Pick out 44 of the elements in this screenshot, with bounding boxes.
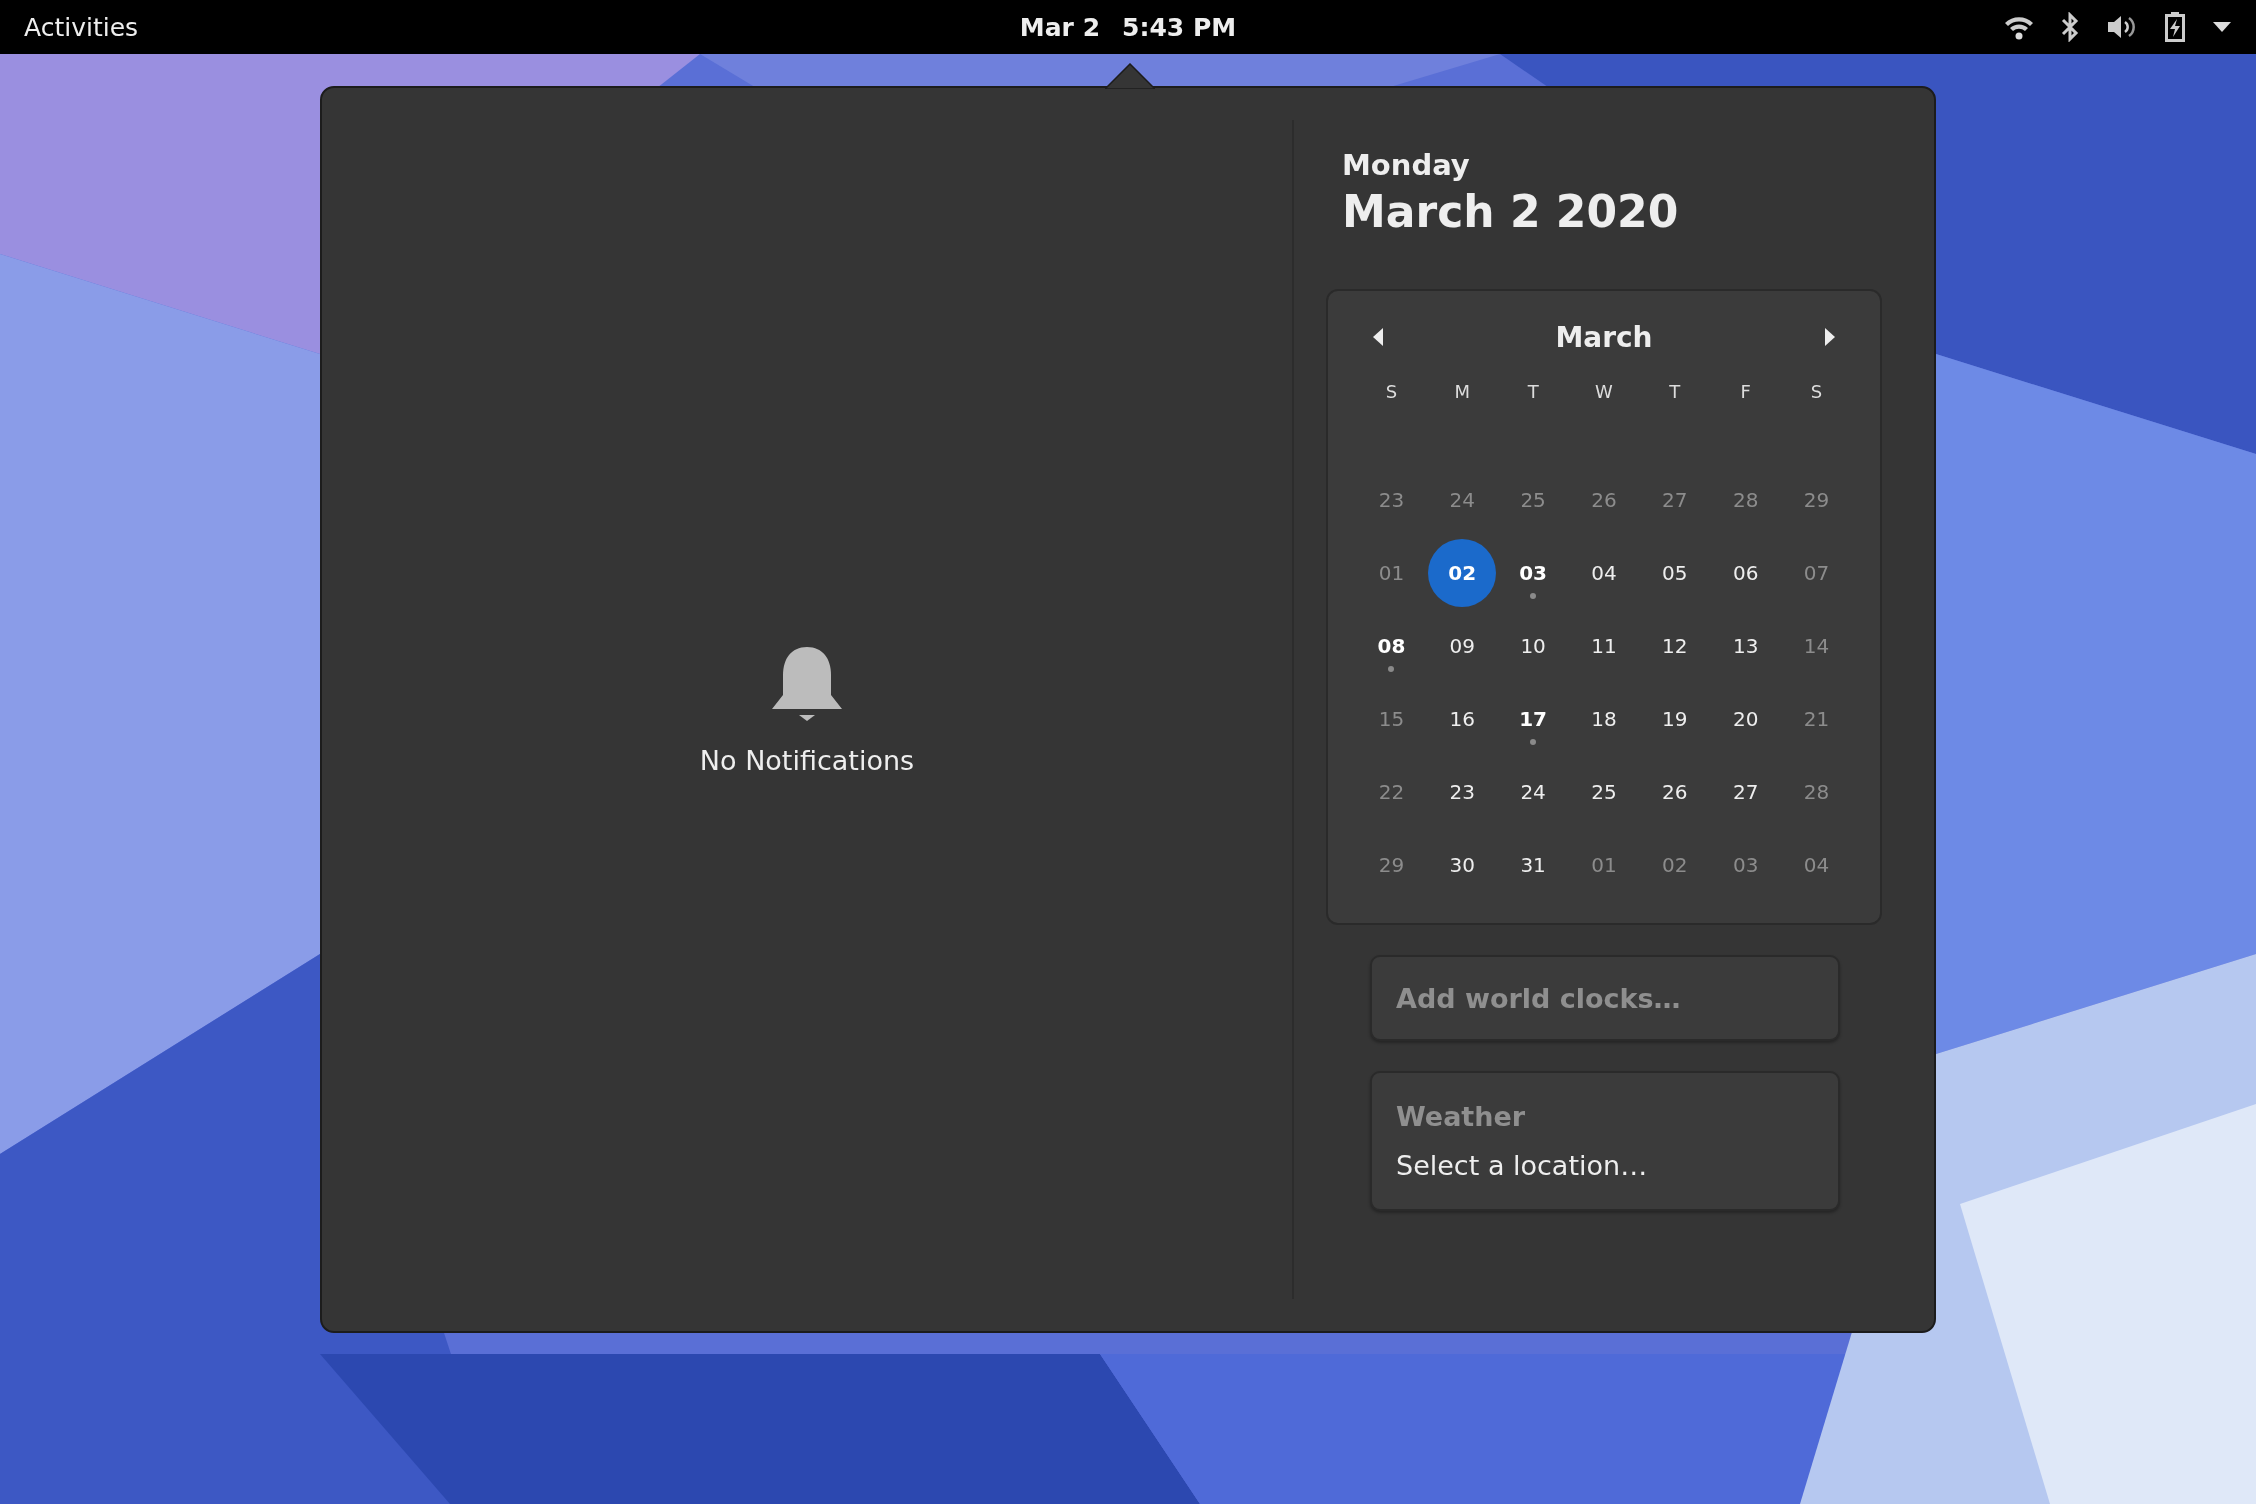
calendar-day[interactable]: 20: [1711, 684, 1780, 753]
calendar-day[interactable]: 18: [1570, 684, 1638, 753]
weekday-heading: S: [1809, 380, 1824, 404]
volume-icon[interactable]: [2106, 14, 2138, 40]
clock-button[interactable]: Mar 2 5:43 PM: [1019, 12, 1237, 42]
calendar-day[interactable]: 03: [1499, 538, 1568, 607]
calendar-day[interactable]: 11: [1570, 611, 1638, 680]
calendar-day[interactable]: 04: [1570, 538, 1638, 607]
bluetooth-icon[interactable]: [2060, 12, 2080, 42]
left-arrow-icon: [1372, 327, 1384, 347]
weekday-heading: T: [1526, 380, 1540, 404]
calendar-day[interactable]: 31: [1499, 830, 1568, 899]
calendar-day[interactable]: 10: [1499, 611, 1568, 680]
weekday-heading: M: [1453, 380, 1472, 404]
calendar-day[interactable]: 13: [1711, 611, 1780, 680]
calendar-day[interactable]: 09: [1428, 611, 1497, 680]
caret-down-icon[interactable]: [2212, 21, 2232, 33]
weekday-heading: S: [1384, 380, 1399, 404]
battery-icon[interactable]: [2164, 11, 2186, 43]
calendar-day[interactable]: 08: [1357, 611, 1426, 680]
activities-button[interactable]: Activities: [24, 12, 139, 42]
calendar-day[interactable]: 06: [1711, 538, 1780, 607]
calendar-day[interactable]: 19: [1640, 684, 1709, 753]
calendar-day[interactable]: 25: [1570, 757, 1638, 826]
calendar-day[interactable]: 23: [1428, 757, 1497, 826]
month-label: March: [1555, 320, 1653, 354]
calendar-day[interactable]: 24: [1499, 757, 1568, 826]
weekday-heading: F: [1739, 380, 1752, 404]
calendar-day[interactable]: 27: [1711, 757, 1780, 826]
wifi-icon[interactable]: [2004, 14, 2034, 40]
calendar-day[interactable]: 26: [1640, 757, 1709, 826]
empty-notifications-text: No Notifications: [699, 745, 915, 776]
calendar-day[interactable]: 05: [1640, 538, 1709, 607]
right-arrow-icon: [1824, 327, 1836, 347]
weekday-heading: W: [1594, 380, 1614, 404]
calendar-day[interactable]: 17: [1499, 684, 1568, 753]
weather-button[interactable]: Weather Select a location…: [1370, 1071, 1840, 1211]
calendar-day[interactable]: 16: [1428, 684, 1497, 753]
calendar-day[interactable]: 12: [1640, 611, 1709, 680]
weekday-label: Monday: [1342, 148, 1471, 182]
date-label: March 2 2020: [1342, 186, 1680, 237]
calendar-day[interactable]: 02: [1428, 538, 1497, 607]
calendar-day[interactable]: 30: [1428, 830, 1497, 899]
weekday-heading: T: [1668, 380, 1682, 404]
